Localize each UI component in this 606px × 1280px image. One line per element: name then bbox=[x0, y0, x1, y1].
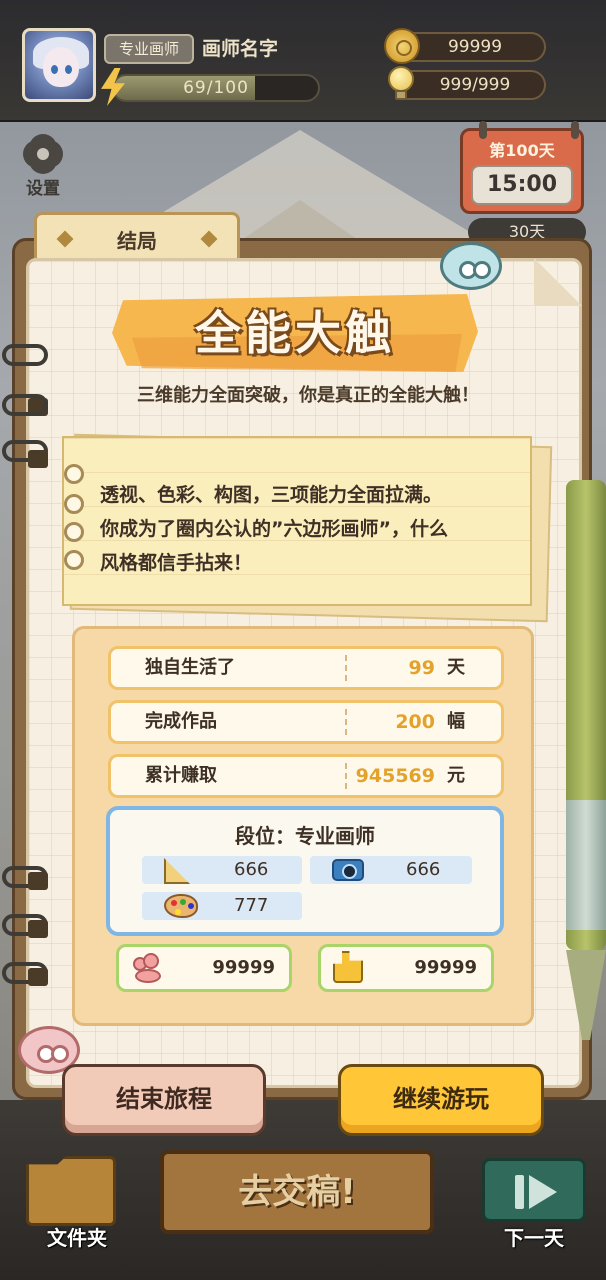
binder-anchor bbox=[28, 968, 48, 986]
stat-unit: 天 bbox=[447, 657, 465, 678]
calendar-widget: 第100天 15:00 bbox=[460, 121, 584, 214]
settings-label: 设置 bbox=[26, 179, 60, 199]
folder-icon bbox=[26, 1156, 116, 1226]
continue-playing-button[interactable]: 继续游玩 bbox=[338, 1064, 544, 1136]
stat-row-works: 完成作品 200 幅 bbox=[108, 700, 504, 744]
tab-ending: 结局 bbox=[34, 212, 240, 260]
note-hole bbox=[64, 522, 84, 542]
settings-button[interactable]: 设置 bbox=[18, 138, 68, 199]
avatar-eye bbox=[51, 65, 58, 74]
thumbs-up-icon bbox=[333, 951, 363, 983]
note-hole bbox=[64, 494, 84, 514]
skill-composition: 666 bbox=[310, 856, 472, 884]
submit-work-button[interactable]: 去交稿! bbox=[160, 1150, 434, 1234]
stat-value: 200 bbox=[395, 711, 435, 733]
skill-perspective: 666 bbox=[142, 856, 302, 884]
ending-title: 全能大触 bbox=[195, 306, 395, 360]
gear-icon bbox=[27, 138, 59, 170]
calendar-rings bbox=[473, 121, 579, 139]
stat-divider bbox=[345, 655, 347, 681]
stat-label: 独自生活了 bbox=[145, 657, 235, 678]
likes-card: 99999 bbox=[318, 944, 494, 992]
stat-divider bbox=[345, 763, 347, 789]
coin-icon bbox=[384, 28, 420, 64]
skill-value: 777 bbox=[234, 895, 269, 916]
energy-text: 69/100 bbox=[183, 78, 249, 98]
description-line: 风格都信手拈来！ bbox=[100, 552, 253, 574]
next-day-icon-box bbox=[482, 1158, 586, 1222]
stat-row-days: 独自生活了 99 天 bbox=[108, 646, 504, 690]
fans-card: 99999 bbox=[116, 944, 292, 992]
stat-label: 累计赚取 bbox=[145, 765, 217, 786]
calendar-time: 15:00 bbox=[471, 165, 573, 205]
player-rank-badge: 专业画师 bbox=[104, 34, 194, 64]
fans-icon-body bbox=[135, 969, 161, 983]
skip-forward-icon bbox=[515, 1175, 559, 1209]
camera-icon bbox=[332, 859, 364, 881]
energy-bar: 69/100 bbox=[112, 74, 320, 102]
folder-label: 文件夹 bbox=[47, 1226, 107, 1250]
player-name: 画师名字 bbox=[202, 38, 279, 60]
pencil-band bbox=[566, 800, 606, 930]
fans-icon bbox=[133, 953, 165, 983]
skip-icon-bar bbox=[515, 1175, 524, 1209]
stat-unit: 元 bbox=[447, 765, 465, 786]
lightbulb-icon bbox=[384, 66, 418, 102]
likes-count: 99999 bbox=[414, 957, 477, 978]
binder-anchor bbox=[28, 920, 48, 938]
rank-title: 段位：专业画师 bbox=[235, 824, 375, 848]
skill-value: 666 bbox=[234, 859, 269, 880]
next-day-label: 下一天 bbox=[504, 1226, 564, 1250]
avatar-face bbox=[43, 47, 79, 87]
binder-ring bbox=[2, 344, 48, 366]
stat-value: 99 bbox=[408, 657, 435, 679]
ending-subtitle: 三维能力全面突破，你是真正的全能大触！ bbox=[137, 385, 479, 406]
avatar-eye bbox=[65, 65, 72, 74]
skill-value: 666 bbox=[406, 859, 441, 880]
description-line: 你成为了圈内公认的”六边形画师”，什么 bbox=[100, 518, 448, 540]
description-line: 透视、色彩、构图，三项能力全面拉满。 bbox=[100, 484, 443, 506]
lightbulb-glass bbox=[388, 66, 414, 92]
stat-value: 945569 bbox=[355, 765, 435, 787]
note-hole bbox=[64, 550, 84, 570]
note-hole bbox=[64, 464, 84, 484]
binder-anchor bbox=[28, 872, 48, 890]
palette-icon bbox=[164, 894, 198, 918]
ending-description: 透视、色彩、构图，三项能力全面拉满。 你成为了圈内公认的”六边形画师”，什么 风… bbox=[100, 478, 520, 580]
next-day-button[interactable]: 下一天 bbox=[482, 1158, 586, 1250]
binder-anchor bbox=[28, 450, 48, 468]
cloud-mascot-icon bbox=[440, 242, 502, 290]
lightbulb-base bbox=[395, 90, 407, 100]
skill-color: 777 bbox=[142, 892, 302, 920]
stat-divider bbox=[345, 709, 347, 735]
stat-unit: 幅 bbox=[447, 711, 465, 732]
ruler-icon bbox=[164, 858, 190, 884]
skip-icon-triangle bbox=[529, 1175, 557, 1209]
folder-button[interactable]: 文件夹 bbox=[22, 1156, 122, 1252]
fans-count: 99999 bbox=[212, 957, 275, 978]
avatar[interactable] bbox=[22, 28, 96, 102]
stat-label: 完成作品 bbox=[145, 711, 217, 732]
fans-icon-head bbox=[143, 953, 159, 969]
stat-row-earnings: 累计赚取 945569 元 bbox=[108, 754, 504, 798]
end-journey-button[interactable]: 结束旅程 bbox=[62, 1064, 266, 1136]
calendar-day: 第100天 bbox=[489, 141, 555, 160]
